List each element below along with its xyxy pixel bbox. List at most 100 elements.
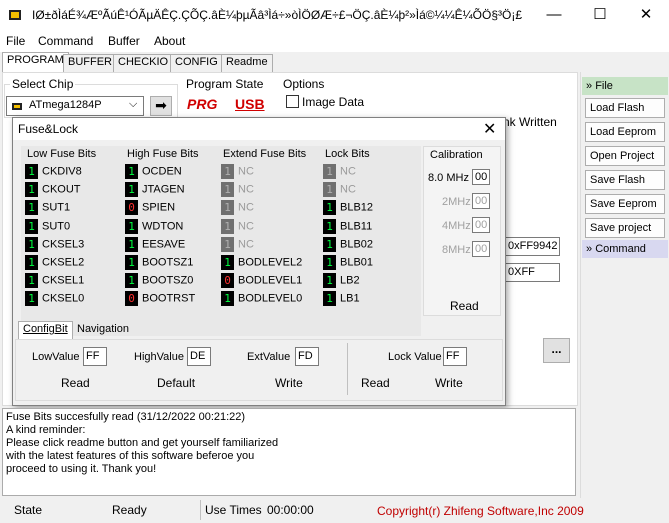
write-fuse-button[interactable]: Write [275, 376, 303, 390]
fuse-bit-toggle[interactable]: 1 [25, 273, 38, 289]
calibration-header: Calibration [430, 149, 483, 161]
save-eeprom-button[interactable]: Save Eeprom [585, 194, 665, 214]
lock-value-field[interactable]: FF [443, 347, 467, 366]
fuse-bit-row[interactable]: 1 BLB02 [323, 236, 373, 253]
fuse-bit-toggle[interactable]: 0 [221, 273, 234, 289]
dialog-close-icon[interactable]: ✕ [483, 119, 496, 139]
tab-readme[interactable]: Readme [221, 54, 273, 72]
fuse-bit-toggle[interactable]: 1 [25, 182, 38, 198]
tab-navigation[interactable]: Navigation [73, 322, 133, 340]
tab-config[interactable]: CONFIG [170, 54, 223, 72]
select-chip-label: Select Chip [10, 77, 76, 91]
calibration-value-field[interactable]: 00 [472, 169, 490, 185]
open-project-button[interactable]: Open Project [585, 146, 665, 166]
read-fuse-button[interactable]: Read [61, 376, 90, 390]
tab-buffer[interactable]: BUFFER [63, 54, 117, 72]
fuse-bit-row[interactable]: 1 BODLEVEL2 [221, 255, 302, 271]
chip-select[interactable]: ATmega1284P ⌵ [6, 96, 144, 116]
fuse-bit-toggle[interactable]: 1 [25, 200, 38, 216]
fuse-bit-toggle[interactable]: 0 [125, 200, 138, 216]
fuse-bit-row[interactable]: 1 WDTON [125, 218, 183, 235]
fuse-bit-row[interactable]: 1 LB2 [323, 273, 360, 289]
fuse-bit-row[interactable]: 1 CKSEL2 [25, 255, 84, 271]
fuse-bit-row: 1 NC [221, 200, 254, 216]
fuse-bit-toggle[interactable]: 1 [25, 255, 38, 270]
fuse-bit-row[interactable]: 1 BLB12 [323, 200, 373, 216]
fuse-bit-toggle[interactable]: 1 [25, 236, 38, 252]
signature-field[interactable]: 0xFF9942 [505, 237, 560, 256]
close-button[interactable]: ✕ [623, 0, 669, 32]
value-field[interactable]: 0XFF [505, 263, 560, 282]
fuse-bit-toggle[interactable]: 1 [323, 236, 336, 252]
write-lock-button[interactable]: Write [435, 376, 463, 390]
fuse-bit-row[interactable]: 1 LB1 [323, 291, 360, 307]
fuse-bit-toggle[interactable]: 1 [323, 218, 336, 234]
fuse-bit-name: NC [238, 201, 254, 214]
fuse-bit-row[interactable]: 0 BODLEVEL1 [221, 273, 302, 289]
fuse-bit-row[interactable]: 1 CKSEL1 [25, 273, 84, 289]
fuse-bit-toggle[interactable]: 1 [125, 164, 138, 179]
default-fuse-button[interactable]: Default [157, 376, 195, 390]
menu-command[interactable]: Command [36, 34, 95, 48]
fuse-bit-row[interactable]: 1 BOOTSZ1 [125, 255, 193, 271]
fuse-bit-toggle[interactable]: 1 [25, 218, 38, 234]
fuse-bit-toggle[interactable]: 1 [125, 255, 138, 270]
sidebar-file-header[interactable]: » File [582, 77, 668, 95]
load-eeprom-button[interactable]: Load Eeprom [585, 122, 665, 142]
minimize-button[interactable]: — [531, 0, 577, 32]
fuse-bit-toggle[interactable]: 0 [125, 291, 138, 307]
maximize-button[interactable]: ☐ [577, 0, 623, 32]
read-lock-button[interactable]: Read [361, 376, 390, 390]
fuse-bit-toggle[interactable]: 1 [125, 236, 138, 252]
image-data-checkbox[interactable] [286, 95, 299, 108]
fuse-bit-row[interactable]: 0 SPIEN [125, 200, 175, 216]
fuse-bit-toggle[interactable]: 1 [125, 182, 138, 198]
fuse-bit-toggle[interactable]: 1 [125, 218, 138, 234]
fuse-bit-row[interactable]: 1 CKOUT [25, 182, 81, 198]
fuse-bit-row[interactable]: 1 SUT1 [25, 200, 70, 216]
load-flash-button[interactable]: Load Flash [585, 98, 665, 118]
log-panel: Fuse Bits succesfully read (31/12/2022 0… [2, 408, 576, 496]
high-value-field[interactable]: DE [187, 347, 211, 366]
menu-about[interactable]: About [152, 34, 187, 48]
fuse-bit-toggle[interactable]: 1 [25, 164, 38, 179]
fuse-bit-toggle[interactable]: 1 [25, 291, 38, 307]
ext-value-field[interactable]: FD [295, 347, 319, 366]
fuse-bit-row[interactable]: 1 BOOTSZ0 [125, 273, 193, 289]
fuse-bit-row[interactable]: 1 CKSEL0 [25, 291, 84, 307]
fuse-bit-row[interactable]: 1 CKSEL3 [25, 236, 84, 253]
select-chip-go-button[interactable]: ➡ [150, 96, 172, 116]
low-value-field[interactable]: FF [83, 347, 107, 366]
save-project-button[interactable]: Save project [585, 218, 665, 238]
fuse-bit-toggle: 1 [221, 218, 234, 234]
use-times-label: Use Times [205, 503, 262, 517]
fuse-bit-toggle[interactable]: 1 [323, 200, 336, 216]
sidebar-command-header[interactable]: » Command [582, 240, 668, 258]
fuse-bit-toggle[interactable]: 1 [323, 273, 336, 289]
fuse-bit-row[interactable]: 1 SUT0 [25, 218, 70, 235]
save-flash-button[interactable]: Save Flash [585, 170, 665, 190]
fuse-bit-row[interactable]: 1 OCDEN [125, 164, 182, 180]
tab-checkio[interactable]: CHECKIO [113, 54, 174, 72]
calibration-freq-label: 4MHz [442, 220, 471, 232]
fuse-bit-row[interactable]: 1 JTAGEN [125, 182, 185, 198]
fuse-bit-row[interactable]: 1 EESAVE [125, 236, 185, 253]
menu-file[interactable]: File [4, 34, 27, 48]
fuse-bit-row[interactable]: 0 BOOTRST [125, 291, 195, 307]
fuse-bit-row: 1 NC [221, 218, 254, 235]
calibration-read-button[interactable]: Read [450, 299, 479, 313]
fuse-bit-toggle[interactable]: 1 [323, 291, 336, 307]
fuse-bit-row[interactable]: 1 CKDIV8 [25, 164, 82, 180]
fuse-bit-row[interactable]: 1 BODLEVEL0 [221, 291, 302, 307]
fuse-bit-toggle[interactable]: 1 [323, 255, 336, 270]
fuse-bit-row[interactable]: 1 BLB01 [323, 255, 373, 271]
dialog-title-bar: Fuse&Lock ✕ [13, 118, 505, 140]
menu-buffer[interactable]: Buffer [106, 34, 142, 48]
fuse-bit-toggle[interactable]: 1 [125, 273, 138, 289]
tab-program[interactable]: PROGRAM [2, 52, 69, 72]
fuse-bit-toggle[interactable]: 1 [221, 291, 234, 307]
more-button[interactable]: ... [543, 338, 570, 363]
fuse-bit-row[interactable]: 1 BLB11 [323, 218, 372, 235]
tab-configbit[interactable]: ConfigBit [18, 321, 73, 340]
fuse-bit-toggle[interactable]: 1 [221, 255, 234, 270]
